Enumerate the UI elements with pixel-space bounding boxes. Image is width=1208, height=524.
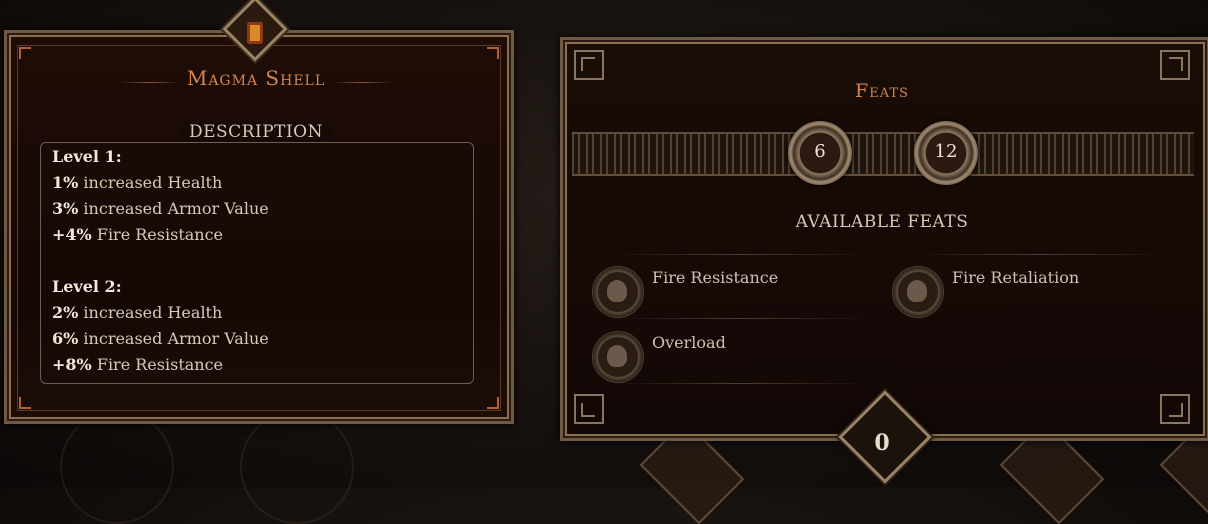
feat-points-total-value: 12 xyxy=(934,141,958,162)
feat-points-total-counter: 12 xyxy=(914,121,978,185)
magma-shell-icon xyxy=(247,22,263,44)
frame-corner xyxy=(487,47,499,59)
feat-item-overload[interactable]: Overload xyxy=(592,323,872,384)
greek-key-corner-ornament xyxy=(1160,50,1190,80)
description-heading: DESCRIPTION xyxy=(0,122,512,142)
skill-points-counter: 0 xyxy=(874,430,890,456)
feat-divider xyxy=(610,254,870,255)
feat-label: Overload xyxy=(652,333,726,352)
greek-key-corner-ornament xyxy=(574,394,604,424)
available-feats-heading: AVAILABLE FEATS xyxy=(795,212,969,232)
stat-line: 6% increased Armor Value xyxy=(52,329,269,348)
background-ornament xyxy=(240,410,354,524)
skill-title: Magma Shell xyxy=(186,66,326,90)
stat-line: 3% increased Armor Value xyxy=(52,199,269,218)
greek-key-band xyxy=(572,132,1194,176)
greek-key-corner-ornament xyxy=(1160,394,1190,424)
level-heading: Level 2: xyxy=(52,277,122,296)
overload-icon xyxy=(592,331,644,383)
feat-item-fire-retaliation[interactable]: Fire Retaliation xyxy=(892,254,1172,318)
background-ornament xyxy=(60,410,174,524)
frame-corner xyxy=(487,397,499,409)
stat-line: +4% Fire Resistance xyxy=(52,225,224,244)
feat-divider xyxy=(610,383,870,384)
stat-line: +8% Fire Resistance xyxy=(52,355,224,374)
feat-points-spent-value: 6 xyxy=(814,141,826,162)
feat-divider xyxy=(910,254,1170,255)
greek-key-corner-ornament xyxy=(574,50,604,80)
frame-corner xyxy=(19,397,31,409)
fire-retaliation-icon xyxy=(892,266,944,318)
frame-corner xyxy=(19,47,31,59)
feat-label: Fire Resistance xyxy=(652,268,779,287)
stat-line: 1% increased Health xyxy=(52,173,223,192)
stat-line: 2% increased Health xyxy=(52,303,223,322)
feat-item-fire-resistance[interactable]: Fire Resistance xyxy=(592,254,872,319)
fire-resistance-icon xyxy=(592,266,644,318)
level-heading: Level 1: xyxy=(52,147,122,166)
feat-points-spent-counter: 6 xyxy=(788,121,852,185)
feat-divider xyxy=(610,318,870,319)
feats-title: Feats xyxy=(855,80,909,102)
feat-label: Fire Retaliation xyxy=(952,268,1080,287)
